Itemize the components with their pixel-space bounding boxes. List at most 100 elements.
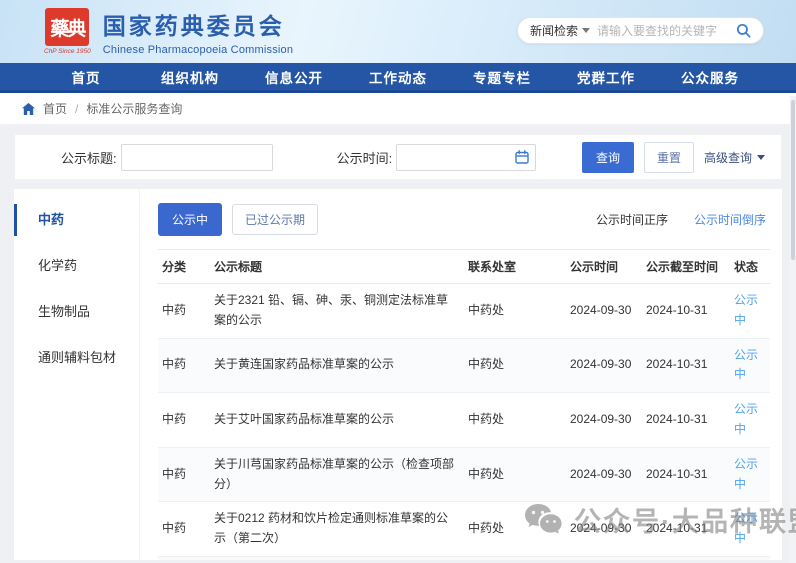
cell-status[interactable]: 公示中 — [730, 338, 770, 394]
status-link[interactable]: 公示中 — [734, 511, 758, 545]
cell-title[interactable]: 关于川芎国家药品标准草案的公示（检查项部分） — [210, 447, 464, 503]
cell-category: 中药 — [158, 283, 210, 339]
status-link[interactable]: 公示中 — [734, 348, 758, 382]
cell-end-date: 2024-10-31 — [642, 392, 730, 448]
page-scrollbar[interactable] — [790, 96, 796, 563]
chevron-down-icon — [582, 28, 590, 33]
panel-toolbar: 公示中 已过公示期 公示时间正序 公示时间倒序 — [158, 203, 770, 236]
nav-item-0[interactable]: 首页 — [34, 67, 138, 87]
nav-item-2[interactable]: 信息公开 — [242, 67, 346, 87]
status-link[interactable]: 公示中 — [734, 457, 758, 491]
seal-caption: ChP Since 1950 — [44, 48, 91, 55]
cell-office: 中药处 — [464, 501, 566, 557]
sort-time-descending[interactable]: 公示时间倒序 — [694, 211, 766, 228]
column-header-3: 公示时间 — [566, 249, 642, 284]
table-row: 中药 关于黄连国家药品标准草案的公示 中药处 2024-09-30 2024-10-31… — [158, 338, 770, 394]
search-category-label: 新闻检索 — [529, 24, 578, 38]
cell-office: 中药处 — [464, 447, 566, 503]
main-nav: 首页 组织机构 信息公开 工作动态 专题专栏 党群工作 公众服务 — [0, 63, 796, 93]
filter-card: 公示标题: 公示时间: 查询 重置 高级查询 — [14, 134, 782, 180]
cell-publish-date: 2024-09-30 — [566, 338, 642, 394]
sidebar-item-0[interactable]: 中药 — [14, 197, 139, 243]
category-sidebar: 中药 化学药 生物制品 通则辅料包材 — [14, 189, 140, 560]
publicity-table: 分类 公示标题 联系处室 公示时间 公示截至时间 状态 中药 关于2321 铅、镉、砷、汞、… — [158, 249, 770, 560]
cell-status[interactable]: 公示中 — [730, 392, 770, 448]
scrollbar-thumb[interactable] — [791, 100, 795, 260]
cell-title[interactable]: 关于2321 铅、镉、砷、汞、铜测定法标准草案的公示 — [210, 283, 464, 339]
sort-time-ascending[interactable]: 公示时间正序 — [596, 211, 668, 228]
cell-status[interactable]: 公示中 — [730, 556, 770, 560]
table-row: 中药关于延胡索（元胡）国家药品标准草案的公示（第二次）中药处2024-09-30… — [158, 556, 770, 560]
column-header-4: 公示截至时间 — [642, 249, 730, 284]
column-header-1: 公示标题 — [210, 249, 464, 284]
cell-publish-date: 2024-09-30 — [566, 392, 642, 448]
site-header: 藥典 ChP Since 1950 国家药典委员会 Chinese Pharma… — [0, 0, 796, 63]
nav-item-3[interactable]: 工作动态 — [346, 67, 450, 87]
cell-category: 中药 — [158, 338, 210, 394]
cell-title[interactable]: 关于延胡索（元胡）国家药品标准草案的公示（第二次） — [210, 556, 464, 560]
query-button[interactable]: 查询 — [581, 141, 634, 173]
breadcrumb-current: 标准公示服务查询 — [86, 102, 183, 116]
title-filter-label: 公示标题: — [61, 150, 117, 166]
cell-office: 中药处 — [464, 392, 566, 448]
advanced-query-label: 高级查询 — [703, 150, 752, 165]
sidebar-item-2[interactable]: 生物制品 — [14, 289, 139, 335]
nav-item-4[interactable]: 专题专栏 — [450, 67, 554, 87]
cell-category: 中药 — [158, 501, 210, 557]
cell-category: 中药 — [158, 392, 210, 448]
table-header-row: 分类 公示标题 联系处室 公示时间 公示截至时间 状态 — [158, 249, 770, 284]
time-filter-label: 公示时间: — [336, 150, 393, 166]
column-header-0: 分类 — [158, 249, 210, 284]
cell-title[interactable]: 关于黄连国家药品标准草案的公示 — [210, 338, 464, 394]
home-icon[interactable] — [22, 102, 35, 115]
nav-item-1[interactable]: 组织机构 — [138, 67, 242, 87]
cell-publish-date: 2024-09-30 — [566, 447, 642, 503]
list-panel: 公示中 已过公示期 公示时间正序 公示时间倒序 分类 公示标题 联系处室 公示时间 公示… — [140, 189, 782, 560]
sidebar-item-3[interactable]: 通则辅料包材 — [14, 335, 139, 381]
cell-end-date: 2024-10-31 — [642, 283, 730, 339]
cell-status[interactable]: 公示中 — [730, 447, 770, 503]
main-content: 中药 化学药 生物制品 通则辅料包材 公示中 已过公示期 公示时间正序 公示时间倒序 … — [14, 189, 782, 560]
column-header-5: 状态 — [730, 249, 770, 284]
calendar-icon[interactable] — [515, 149, 529, 169]
site-title: 国家药典委员会 — [102, 13, 285, 39]
advanced-query-toggle[interactable]: 高级查询 — [704, 149, 765, 166]
cell-status[interactable]: 公示中 — [730, 283, 770, 339]
nav-item-5[interactable]: 党群工作 — [554, 67, 658, 87]
cell-publish-date: 2024-09-30 — [566, 556, 642, 560]
cell-office: 中药处 — [464, 338, 566, 394]
breadcrumb-separator: / — [75, 101, 79, 116]
pharmacopoeia-seal-logo: 藥典 — [45, 8, 90, 46]
cell-end-date: 2024-10-31 — [642, 338, 730, 394]
chevron-down-icon — [757, 154, 765, 160]
nav-item-6[interactable]: 公众服务 — [658, 67, 762, 87]
search-input[interactable]: 请输入要查找的关键字 — [597, 22, 729, 39]
tab-expired-publicity[interactable]: 已过公示期 — [232, 204, 319, 235]
sidebar-item-1[interactable]: 化学药 — [14, 243, 139, 289]
brand: 国家药典委员会 Chinese Pharmacopoeia Commission — [103, 7, 293, 56]
cell-office: 中药处 — [464, 283, 566, 339]
logo[interactable]: 藥典 ChP Since 1950 — [44, 8, 91, 55]
breadcrumb: 首页 / 标准公示服务查询 — [0, 93, 796, 124]
search-icon[interactable] — [736, 23, 751, 38]
cell-status[interactable]: 公示中 — [730, 501, 770, 557]
cell-title[interactable]: 关于0212 药材和饮片检定通则标准草案的公示（第二次） — [210, 501, 464, 557]
title-filter-input[interactable] — [120, 143, 273, 171]
status-link[interactable]: 公示中 — [734, 402, 758, 436]
search-category-dropdown[interactable]: 新闻检索 — [530, 22, 590, 39]
cell-title[interactable]: 关于艾叶国家药品标准草案的公示 — [210, 392, 464, 448]
header-search: 新闻检索 请输入要查找的关键字 — [516, 17, 764, 44]
cell-publish-date: 2024-09-30 — [566, 283, 642, 339]
reset-button[interactable]: 重置 — [643, 141, 694, 173]
tab-in-publicity[interactable]: 公示中 — [158, 203, 223, 236]
cell-category: 中药 — [158, 556, 210, 560]
cell-publish-date: 2024-09-30 — [566, 501, 642, 557]
table-row: 中药 关于0212 药材和饮片检定通则标准草案的公示（第二次） 中药处 2024-09… — [158, 501, 770, 557]
table-row: 中药 关于2321 铅、镉、砷、汞、铜测定法标准草案的公示 中药处 2024-09-3… — [158, 283, 770, 339]
cell-end-date: 2024-10-31 — [642, 501, 730, 557]
table-row: 中药 关于艾叶国家药品标准草案的公示 中药处 2024-09-30 2024-10-31… — [158, 392, 770, 448]
cell-category: 中药 — [158, 447, 210, 503]
breadcrumb-home[interactable]: 首页 — [43, 100, 67, 117]
site-subtitle: Chinese Pharmacopoeia Commission — [102, 44, 294, 56]
status-link[interactable]: 公示中 — [734, 293, 758, 327]
